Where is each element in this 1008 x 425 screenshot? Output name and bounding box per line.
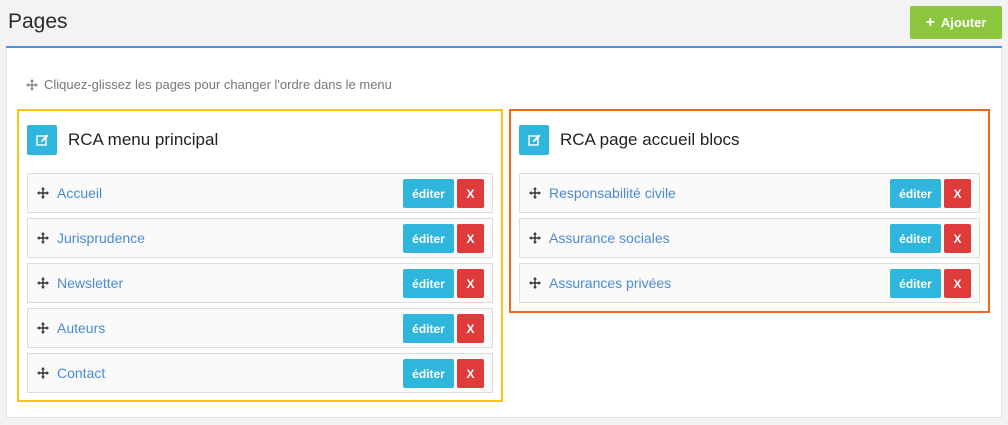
delete-button[interactable]: X xyxy=(944,224,971,253)
page-link[interactable]: Contact xyxy=(57,365,105,381)
page-link[interactable]: Assurances privées xyxy=(549,275,671,291)
row-actions: éditer X xyxy=(403,179,484,208)
page-link[interactable]: Responsabilité civile xyxy=(549,185,676,201)
row-actions: éditer X xyxy=(890,269,971,298)
page-link[interactable]: Accueil xyxy=(57,185,102,201)
move-icon[interactable] xyxy=(529,277,541,289)
move-icon[interactable] xyxy=(37,187,49,199)
edit-button[interactable]: éditer xyxy=(403,314,454,343)
move-icon xyxy=(26,78,38,91)
page-link[interactable]: Auteurs xyxy=(57,320,105,336)
menu-block-principal: RCA menu principal Accueil éditer X Juri… xyxy=(17,109,503,402)
page-header: Pages + Ajouter xyxy=(0,0,1008,48)
list-item[interactable]: Contact éditer X xyxy=(27,353,493,393)
edit-icon xyxy=(35,134,48,146)
add-page-button[interactable]: + Ajouter xyxy=(910,6,1002,39)
edit-menu-button[interactable] xyxy=(27,125,57,155)
list-item[interactable]: Accueil éditer X xyxy=(27,173,493,213)
list-item[interactable]: Newsletter éditer X xyxy=(27,263,493,303)
edit-button[interactable]: éditer xyxy=(890,179,941,208)
menu-block-accueil: RCA page accueil blocs Responsabilité ci… xyxy=(509,109,990,313)
page-title: Pages xyxy=(8,10,68,33)
edit-button[interactable]: éditer xyxy=(403,179,454,208)
delete-button[interactable]: X xyxy=(944,269,971,298)
add-page-label: Ajouter xyxy=(940,15,987,30)
menu-title: RCA menu principal xyxy=(68,130,219,149)
list-item[interactable]: Assurance sociales éditer X xyxy=(519,218,980,258)
edit-menu-button[interactable] xyxy=(519,125,549,155)
edit-button[interactable]: éditer xyxy=(403,224,454,253)
drag-hint-text: Cliquez-glissez les pages pour changer l… xyxy=(44,77,392,92)
move-icon[interactable] xyxy=(529,232,541,244)
move-icon[interactable] xyxy=(529,187,541,199)
row-actions: éditer X xyxy=(403,359,484,388)
delete-button[interactable]: X xyxy=(457,314,484,343)
menu-header: RCA menu principal xyxy=(27,125,218,155)
edit-button[interactable]: éditer xyxy=(890,224,941,253)
move-icon[interactable] xyxy=(37,232,49,244)
list-item[interactable]: Assurances privées éditer X xyxy=(519,263,980,303)
move-icon[interactable] xyxy=(37,367,49,379)
move-icon[interactable] xyxy=(37,322,49,334)
menu-items: Accueil éditer X Jurisprudence éditer X … xyxy=(27,173,493,398)
row-actions: éditer X xyxy=(403,314,484,343)
drag-hint: Cliquez-glissez les pages pour changer l… xyxy=(26,77,392,92)
page-link[interactable]: Assurance sociales xyxy=(549,230,670,246)
row-actions: éditer X xyxy=(403,269,484,298)
row-actions: éditer X xyxy=(403,224,484,253)
page-link[interactable]: Newsletter xyxy=(57,275,123,291)
menu-items: Responsabilité civile éditer X Assurance… xyxy=(519,173,980,308)
move-icon[interactable] xyxy=(37,277,49,289)
delete-button[interactable]: X xyxy=(457,179,484,208)
page-link[interactable]: Jurisprudence xyxy=(57,230,145,246)
plus-icon: + xyxy=(925,13,935,31)
edit-button[interactable]: éditer xyxy=(403,359,454,388)
edit-icon xyxy=(527,134,540,146)
menu-title: RCA page accueil blocs xyxy=(560,130,740,149)
delete-button[interactable]: X xyxy=(457,359,484,388)
delete-button[interactable]: X xyxy=(457,224,484,253)
delete-button[interactable]: X xyxy=(944,179,971,208)
row-actions: éditer X xyxy=(890,179,971,208)
edit-button[interactable]: éditer xyxy=(890,269,941,298)
delete-button[interactable]: X xyxy=(457,269,484,298)
list-item[interactable]: Responsabilité civile éditer X xyxy=(519,173,980,213)
edit-button[interactable]: éditer xyxy=(403,269,454,298)
menu-header: RCA page accueil blocs xyxy=(519,125,740,155)
row-actions: éditer X xyxy=(890,224,971,253)
list-item[interactable]: Auteurs éditer X xyxy=(27,308,493,348)
list-item[interactable]: Jurisprudence éditer X xyxy=(27,218,493,258)
